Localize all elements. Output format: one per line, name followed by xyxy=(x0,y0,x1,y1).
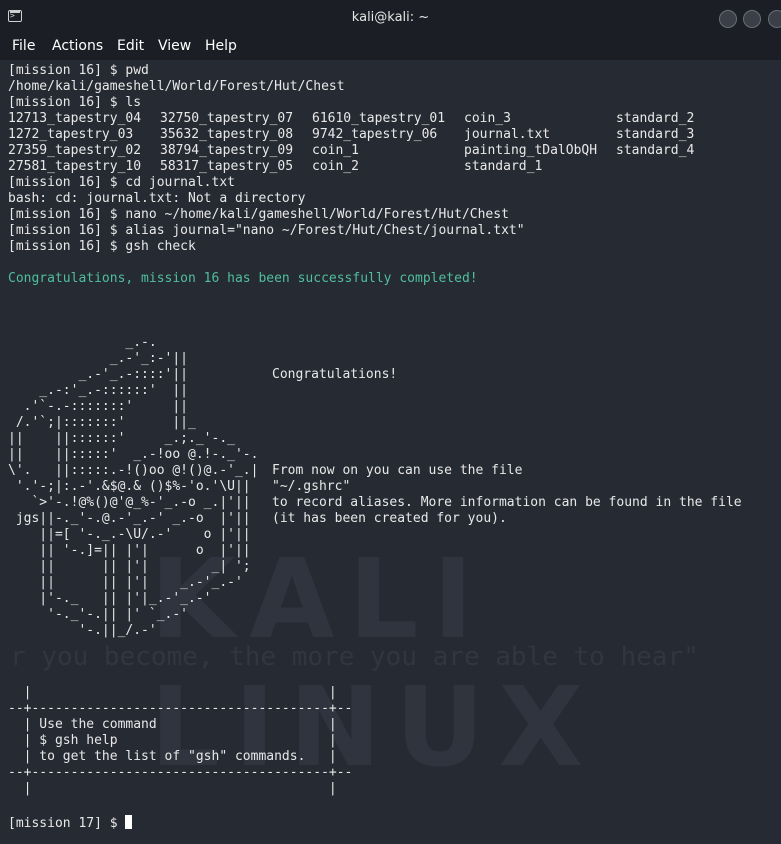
ls-entry: 58317_tapestry_05 xyxy=(160,159,294,174)
menu-file[interactable]: File xyxy=(8,38,39,54)
ls-entry: 27359_tapestry_02 xyxy=(8,143,142,158)
terminal-line: /home/kali/gameshell/World/Forest/Hut/Ch… xyxy=(8,79,345,94)
ls-entry: standard_3 xyxy=(616,127,695,142)
ls-entry: 27581_tapestry_10 xyxy=(8,159,142,174)
terminal-line: [mission 16] $ alias journal="nano ~/For… xyxy=(8,223,525,238)
command-prompt[interactable]: [mission 17] $ xyxy=(8,815,133,832)
ls-entry: 1272_tapestry_03 xyxy=(8,127,134,142)
ls-entry: standard_1 xyxy=(464,159,543,174)
ls-entry: standard_2 xyxy=(616,111,695,126)
minimize-button[interactable] xyxy=(719,10,737,28)
ls-entry: 32750_tapestry_07 xyxy=(160,111,294,126)
maximize-button[interactable] xyxy=(743,10,761,28)
ls-entry: coin_2 xyxy=(312,159,359,174)
wallpaper-quote: r you become, the more you are able to h… xyxy=(10,642,699,672)
ls-entry: coin_3 xyxy=(464,111,511,126)
ls-entry: 35632_tapestry_08 xyxy=(160,127,294,142)
menu-edit[interactable]: Edit xyxy=(113,38,148,54)
success-message: Congratulations, mission 16 has been suc… xyxy=(8,271,478,286)
terminal-line: [mission 16] $ pwd xyxy=(8,63,149,78)
congrats-body: From now on you can use the file "~/.gsh… xyxy=(272,463,742,526)
congrats-title: Congratulations! xyxy=(272,367,398,382)
title-bar[interactable]: kali@kali: ~ xyxy=(0,0,781,36)
menu-help[interactable]: Help xyxy=(201,38,241,54)
ls-entry: 38794_tapestry_09 xyxy=(160,143,294,158)
ls-entry: 61610_tapestry_01 xyxy=(312,111,446,126)
menu-actions[interactable]: Actions xyxy=(48,38,107,54)
ls-entry: 9742_tapestry_06 xyxy=(312,127,438,142)
ls-entry: journal.txt xyxy=(464,127,551,142)
help-box: | | --+---------------------------------… xyxy=(8,685,353,796)
ls-entry: 12713_tapestry_04 xyxy=(8,111,142,126)
terminal-line: [mission 16] $ nano ~/home/kali/gameshel… xyxy=(8,207,509,222)
ls-entry: painting_tDalObQH xyxy=(464,143,598,158)
menu-bar: File Actions Edit View Help xyxy=(0,36,781,60)
prompt-text: [mission 17] $ xyxy=(8,816,126,831)
treasure-chest-ascii-art: _.-. _.-'_:-'|| _.-'_.-::::'|| _.-:'_.-:… xyxy=(8,335,259,638)
terminal-line: [mission 16] $ gsh check xyxy=(8,239,196,254)
ls-entry: coin_1 xyxy=(312,143,359,158)
terminal-output[interactable]: KALI LINUX r you become, the more you ar… xyxy=(0,60,781,844)
terminal-window: kali@kali: ~ File Actions Edit View Help… xyxy=(0,0,781,844)
close-button[interactable] xyxy=(768,10,781,28)
ls-entry: standard_4 xyxy=(616,143,695,158)
terminal-line: bash: cd: journal.txt: Not a directory xyxy=(8,191,306,206)
text-cursor xyxy=(125,815,133,829)
terminal-line: [mission 16] $ cd journal.txt xyxy=(8,175,235,190)
menu-view[interactable]: View xyxy=(154,38,195,54)
window-title: kali@kali: ~ xyxy=(351,10,430,25)
congrats-panel: Congratulations! From now on you can use… xyxy=(272,335,742,559)
terminal-line: [mission 16] $ ls xyxy=(8,95,142,110)
